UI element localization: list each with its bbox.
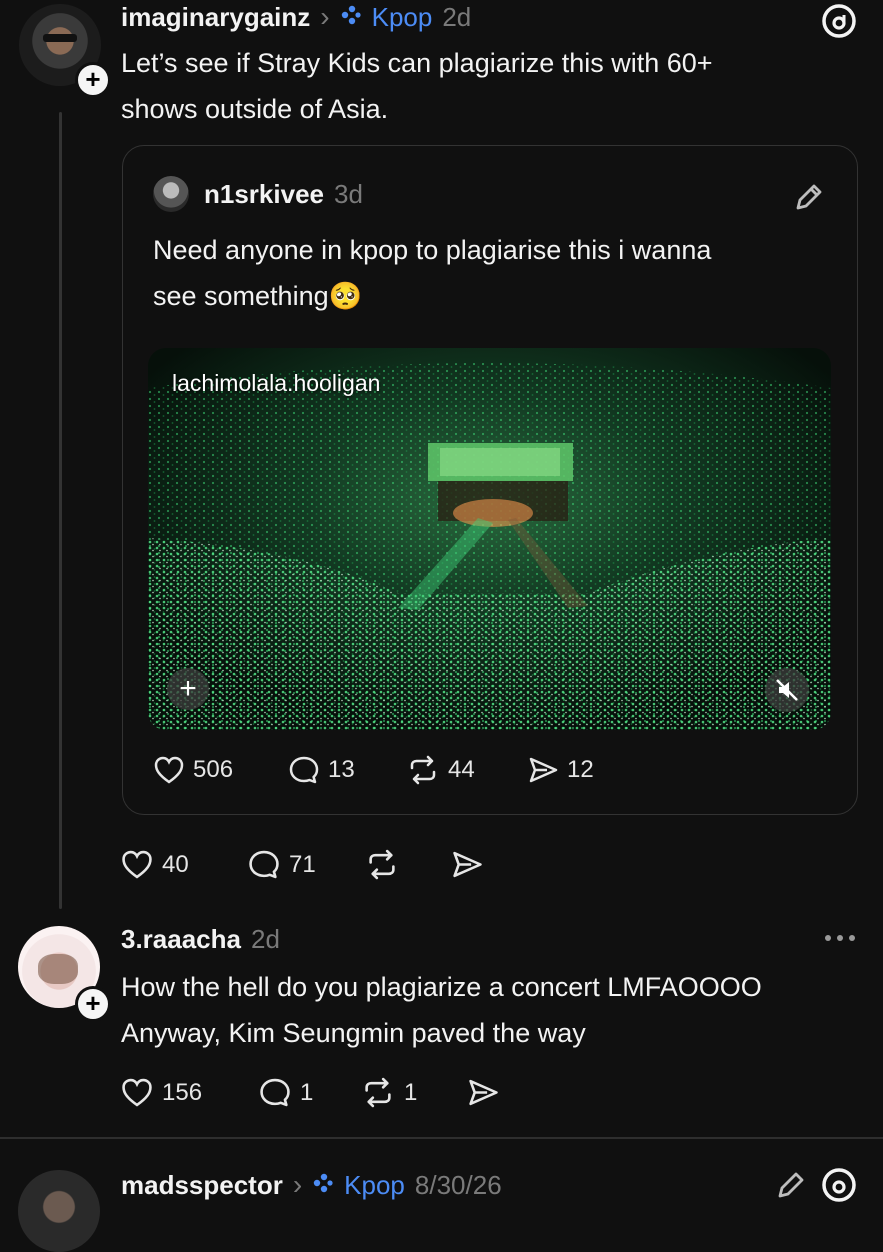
share-button[interactable]: 12 xyxy=(527,755,594,785)
like-button[interactable]: 506 xyxy=(153,755,233,785)
quoted-post-header: n1srkivee 3d xyxy=(204,176,363,212)
like-count: 506 xyxy=(193,756,234,783)
post-text-line: Anyway, Kim Seungmin paved the way xyxy=(121,1018,586,1048)
username[interactable]: imaginarygainz xyxy=(121,2,310,33)
share-count: 12 xyxy=(567,756,594,783)
post-header: madsspector › Kpop 8/30/26 xyxy=(121,1168,502,1202)
username[interactable]: n1srkivee xyxy=(204,179,324,210)
repost-count: 1 xyxy=(404,1078,418,1106)
post-text-line: How the hell do you plagiarize a concert… xyxy=(121,972,762,1002)
quoted-post-text: Need anyone in kpop to plagiarise this i… xyxy=(153,227,711,319)
chevron-right-icon: › xyxy=(292,1169,303,1200)
community-dots-icon xyxy=(312,1170,334,1201)
post-text: Let’s see if Stray Kids can plagiarize t… xyxy=(121,40,713,132)
edit-pencil-icon[interactable] xyxy=(774,1168,808,1207)
avatar[interactable] xyxy=(153,176,189,212)
chevron-right-icon: › xyxy=(320,1,330,32)
repost-count: 44 xyxy=(448,756,475,783)
follow-plus-button[interactable]: + xyxy=(75,62,111,98)
post-divider xyxy=(0,1137,883,1139)
timestamp: 8/30/26 xyxy=(414,1169,502,1200)
post-text-line: Need anyone in kpop to plagiarise this i… xyxy=(153,235,712,265)
post-text-line: shows outside of Asia. xyxy=(121,94,389,124)
timestamp: 2d xyxy=(250,923,280,954)
threads-logo-icon[interactable] xyxy=(820,2,858,45)
repost-button[interactable]: 44 xyxy=(406,755,475,785)
edit-pencil-icon[interactable] xyxy=(792,180,826,219)
reply-count: 13 xyxy=(328,756,355,783)
reply-button[interactable]: 71 xyxy=(247,849,316,880)
timestamp: 3d xyxy=(333,178,363,209)
repost-button[interactable] xyxy=(364,849,400,880)
media-watermark: lachimolala.hooligan xyxy=(172,370,381,396)
threads-logo-icon[interactable] xyxy=(820,1166,858,1209)
like-button[interactable]: 156 xyxy=(120,1077,202,1108)
reply-button[interactable]: 1 xyxy=(258,1077,313,1108)
reply-button[interactable]: 13 xyxy=(288,755,355,785)
share-button[interactable] xyxy=(450,849,484,880)
share-button[interactable] xyxy=(466,1077,500,1108)
post-header: 3.raaacha 2d xyxy=(121,922,280,956)
add-media-button[interactable]: + xyxy=(167,668,209,710)
follow-plus-button[interactable]: + xyxy=(75,986,111,1022)
avatar[interactable] xyxy=(18,1170,100,1252)
community-link[interactable]: Kpop xyxy=(344,1170,405,1201)
mute-icon[interactable] xyxy=(765,668,809,712)
community-link[interactable]: Kpop xyxy=(372,2,433,33)
post-text: How the hell do you plagiarize a concert… xyxy=(121,964,762,1056)
username[interactable]: 3.raaacha xyxy=(121,924,241,955)
like-count: 156 xyxy=(162,1078,203,1106)
post-header: imaginarygainz › Kpop 2d xyxy=(121,0,471,34)
like-count: 40 xyxy=(162,850,189,878)
community-dots-icon xyxy=(340,2,362,33)
thread-connector-line xyxy=(59,112,62,909)
timestamp: 2d xyxy=(442,1,472,32)
like-button[interactable]: 40 xyxy=(120,849,189,880)
post-text-line: Let’s see if Stray Kids can plagiarize t… xyxy=(121,48,713,78)
repost-button[interactable]: 1 xyxy=(360,1077,417,1108)
reply-count: 71 xyxy=(289,850,316,878)
concert-video[interactable]: lachimolala.hooligan + xyxy=(148,348,831,730)
post-text-line: see something🥺 xyxy=(153,281,363,311)
username[interactable]: madsspector xyxy=(121,1170,283,1201)
reply-count: 1 xyxy=(300,1078,314,1106)
more-icon[interactable] xyxy=(822,928,858,953)
